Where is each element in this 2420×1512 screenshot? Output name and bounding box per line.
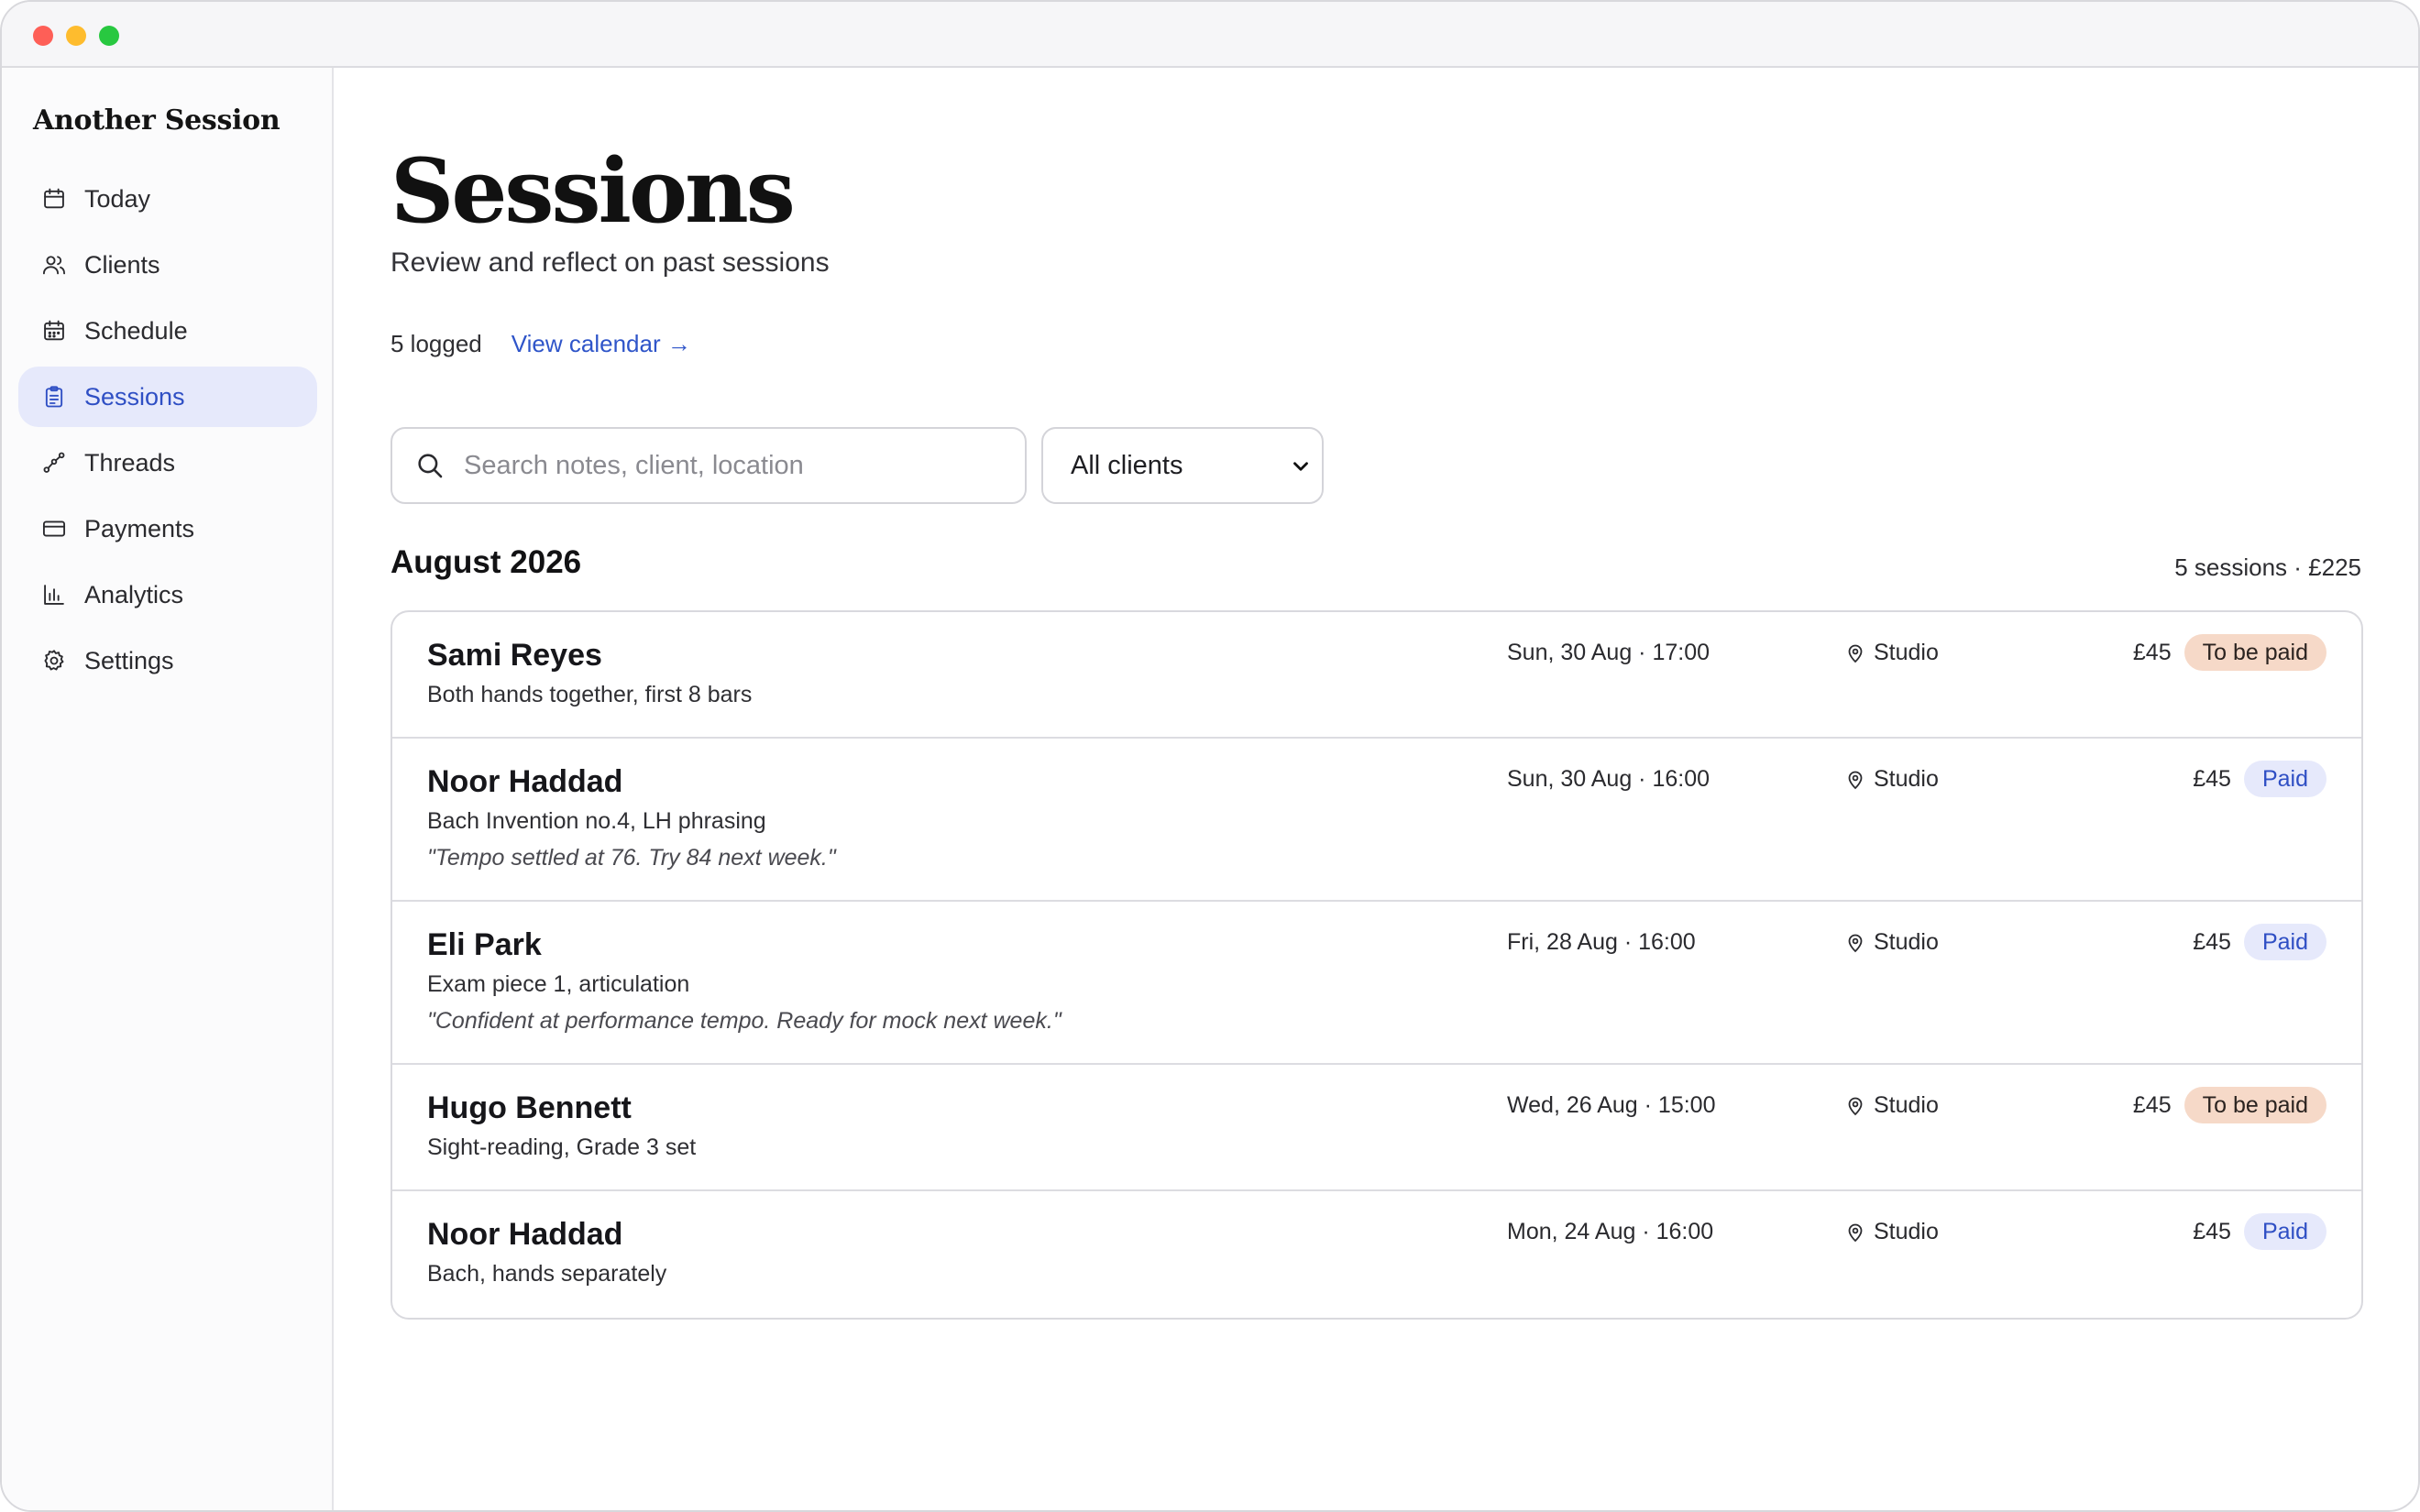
session-location: Studio bbox=[1844, 640, 1939, 666]
map-pin-icon bbox=[1844, 769, 1866, 791]
session-date: Sun, 30 Aug · 17:00 bbox=[1507, 640, 1710, 665]
session-payment: £45 Paid bbox=[2193, 1213, 2326, 1250]
client-filter-select[interactable]: All clients bbox=[1041, 427, 1324, 504]
session-location-label: Studio bbox=[1874, 1092, 1939, 1118]
session-row[interactable]: Eli Park Exam piece 1, articulation "Con… bbox=[392, 902, 2361, 1065]
sidebar-item-label: Payments bbox=[84, 514, 195, 542]
sidebar-item-clients[interactable]: Clients bbox=[18, 235, 317, 295]
session-description: Both hands together, first 8 bars bbox=[427, 682, 753, 707]
threads-icon bbox=[40, 449, 68, 477]
sidebar-item-sessions[interactable]: Sessions bbox=[18, 367, 317, 427]
sidebar-item-threads[interactable]: Threads bbox=[18, 433, 317, 493]
page-subtitle: Review and reflect on past sessions bbox=[390, 247, 830, 278]
chevron-down-icon bbox=[1289, 455, 1313, 478]
month-heading: August 2026 bbox=[390, 544, 582, 580]
page-title: Sessions bbox=[390, 139, 796, 243]
session-location-label: Studio bbox=[1874, 1219, 1939, 1244]
session-price: £45 bbox=[2132, 639, 2172, 665]
session-list: Sami Reyes Both hands together, first 8 … bbox=[390, 610, 2363, 1320]
session-description: Sight-reading, Grade 3 set bbox=[427, 1134, 697, 1160]
session-price: £45 bbox=[2193, 928, 2231, 955]
close-window-button[interactable] bbox=[33, 26, 53, 46]
session-description: Bach Invention no.4, LH phrasing bbox=[427, 808, 766, 834]
status-badge[interactable]: To be paid bbox=[2184, 1087, 2326, 1123]
sidebar-nav: Today Clients Schedule Sessions Threads … bbox=[18, 169, 317, 696]
session-client-name: Eli Park bbox=[427, 927, 542, 962]
session-payment: £45 To be paid bbox=[2133, 634, 2326, 671]
sidebar-item-label: Schedule bbox=[84, 316, 188, 345]
title-bar bbox=[2, 2, 2418, 68]
sessions-meta: 5 logged View calendar → bbox=[390, 330, 691, 358]
session-location-label: Studio bbox=[1874, 929, 1939, 955]
session-note: "Confident at performance tempo. Ready f… bbox=[427, 1008, 1062, 1034]
map-pin-icon bbox=[1844, 642, 1866, 664]
users-icon bbox=[40, 251, 68, 279]
session-client-name: Sami Reyes bbox=[427, 638, 602, 673]
session-description: Exam piece 1, articulation bbox=[427, 971, 690, 997]
session-location-label: Studio bbox=[1874, 766, 1939, 792]
minimize-window-button[interactable] bbox=[66, 26, 86, 46]
session-row[interactable]: Sami Reyes Both hands together, first 8 … bbox=[392, 612, 2361, 739]
session-price: £45 bbox=[2193, 765, 2231, 792]
sidebar-item-label: Analytics bbox=[84, 580, 184, 608]
session-date: Sun, 30 Aug · 16:00 bbox=[1507, 766, 1710, 792]
logged-count: 5 logged bbox=[390, 330, 482, 357]
session-note: "Tempo settled at 76. Try 84 next week." bbox=[427, 845, 836, 871]
session-date: Wed, 26 Aug · 15:00 bbox=[1507, 1092, 1716, 1118]
session-client-name: Hugo Bennett bbox=[427, 1090, 632, 1125]
session-date: Mon, 24 Aug · 16:00 bbox=[1507, 1219, 1714, 1244]
calendar-icon bbox=[40, 185, 68, 213]
app-window: Another Session Today Clients Schedule S… bbox=[0, 0, 2420, 1512]
session-location: Studio bbox=[1844, 929, 1939, 956]
client-filter-value: All clients bbox=[1071, 450, 1183, 480]
session-location: Studio bbox=[1844, 766, 1939, 793]
main-content: Sessions Review and reflect on past sess… bbox=[336, 68, 2418, 1510]
status-badge[interactable]: Paid bbox=[2243, 924, 2326, 960]
bar-chart-icon bbox=[40, 581, 68, 608]
session-row[interactable]: Noor Haddad Bach, hands separately Mon, … bbox=[392, 1191, 2361, 1318]
credit-card-icon bbox=[40, 515, 68, 542]
sidebar-item-label: Sessions bbox=[84, 382, 185, 411]
sidebar-item-analytics[interactable]: Analytics bbox=[18, 564, 317, 625]
status-badge[interactable]: To be paid bbox=[2184, 634, 2326, 671]
sidebar-item-label: Settings bbox=[84, 646, 174, 674]
search-box[interactable] bbox=[390, 427, 1027, 504]
session-client-name: Noor Haddad bbox=[427, 764, 623, 799]
status-badge[interactable]: Paid bbox=[2243, 761, 2326, 797]
gear-icon bbox=[40, 647, 68, 674]
session-date: Fri, 28 Aug · 16:00 bbox=[1507, 929, 1696, 955]
sidebar-item-settings[interactable]: Settings bbox=[18, 630, 317, 691]
session-location: Studio bbox=[1844, 1092, 1939, 1119]
sidebar-item-today[interactable]: Today bbox=[18, 169, 317, 229]
session-location-label: Studio bbox=[1874, 640, 1939, 665]
session-price: £45 bbox=[2132, 1091, 2172, 1118]
sidebar-item-label: Clients bbox=[84, 250, 160, 279]
calendar-grid-icon bbox=[40, 317, 68, 345]
month-summary: 5 sessions · £225 bbox=[2174, 553, 2361, 581]
session-price: £45 bbox=[2193, 1218, 2231, 1244]
map-pin-icon bbox=[1844, 1095, 1866, 1117]
session-payment: £45 To be paid bbox=[2133, 1087, 2326, 1123]
session-location: Studio bbox=[1844, 1219, 1939, 1245]
session-payment: £45 Paid bbox=[2193, 761, 2326, 797]
sidebar-item-label: Today bbox=[84, 184, 151, 213]
clipboard-icon bbox=[40, 383, 68, 411]
session-client-name: Noor Haddad bbox=[427, 1217, 623, 1252]
app-brand: Another Session bbox=[33, 104, 280, 137]
sidebar-item-label: Threads bbox=[84, 448, 176, 477]
session-description: Bach, hands separately bbox=[427, 1261, 667, 1287]
sidebar: Another Session Today Clients Schedule S… bbox=[2, 68, 334, 1510]
sidebar-item-schedule[interactable]: Schedule bbox=[18, 301, 317, 361]
zoom-window-button[interactable] bbox=[99, 26, 119, 46]
session-row[interactable]: Hugo Bennett Sight-reading, Grade 3 set … bbox=[392, 1065, 2361, 1191]
search-icon bbox=[414, 450, 446, 481]
session-row[interactable]: Noor Haddad Bach Invention no.4, LH phra… bbox=[392, 739, 2361, 902]
view-calendar-link[interactable]: View calendar → bbox=[512, 330, 691, 358]
search-input[interactable] bbox=[464, 450, 1014, 481]
sidebar-item-payments[interactable]: Payments bbox=[18, 499, 317, 559]
map-pin-icon bbox=[1844, 1222, 1866, 1244]
session-payment: £45 Paid bbox=[2193, 924, 2326, 960]
map-pin-icon bbox=[1844, 932, 1866, 954]
status-badge[interactable]: Paid bbox=[2243, 1213, 2326, 1250]
